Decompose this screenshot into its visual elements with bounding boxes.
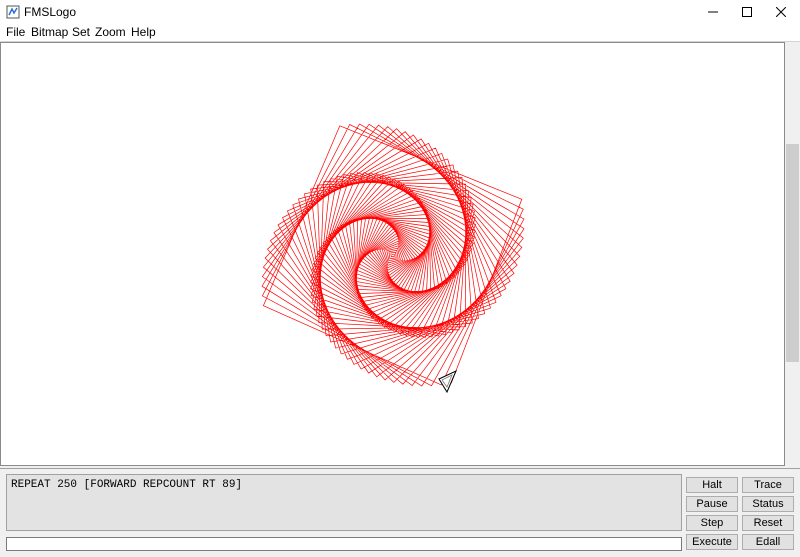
maximize-button[interactable]	[730, 0, 764, 24]
command-input[interactable]	[6, 537, 682, 551]
minimize-icon	[708, 11, 718, 13]
menu-help[interactable]: Help	[131, 25, 156, 39]
maximize-icon	[742, 7, 752, 17]
reset-button[interactable]: Reset	[742, 515, 794, 531]
app-logo-icon	[6, 5, 20, 19]
execute-button[interactable]: Execute	[686, 534, 738, 550]
spiral-drawing	[261, 123, 525, 394]
command-history[interactable]: REPEAT 250 [FORWARD REPCOUNT RT 89]	[6, 474, 682, 531]
close-button[interactable]	[764, 0, 798, 24]
menu-set[interactable]: Set	[72, 25, 90, 39]
halt-button[interactable]: Halt	[686, 477, 738, 493]
menu-bitmap[interactable]: Bitmap	[31, 25, 68, 39]
pause-button[interactable]: Pause	[686, 496, 738, 512]
menu-bar: File Bitmap Set Zoom Help	[0, 24, 800, 42]
minimize-button[interactable]	[696, 0, 730, 24]
vertical-scrollbar[interactable]	[785, 42, 800, 466]
menu-file[interactable]: File	[6, 25, 25, 39]
trace-button[interactable]: Trace	[742, 477, 794, 493]
close-icon	[776, 7, 786, 17]
window-title: FMSLogo	[24, 5, 77, 19]
title-bar: FMSLogo	[0, 0, 800, 24]
status-button[interactable]: Status	[742, 496, 794, 512]
turtle-icon	[438, 369, 457, 394]
commander-pane: REPEAT 250 [FORWARD REPCOUNT RT 89] Halt…	[0, 468, 800, 557]
edall-button[interactable]: Edall	[742, 534, 794, 550]
scrollbar-thumb[interactable]	[786, 144, 799, 362]
step-button[interactable]: Step	[686, 515, 738, 531]
drawing-canvas[interactable]	[0, 42, 785, 466]
spiral-path	[261, 123, 525, 387]
menu-zoom[interactable]: Zoom	[95, 25, 126, 39]
